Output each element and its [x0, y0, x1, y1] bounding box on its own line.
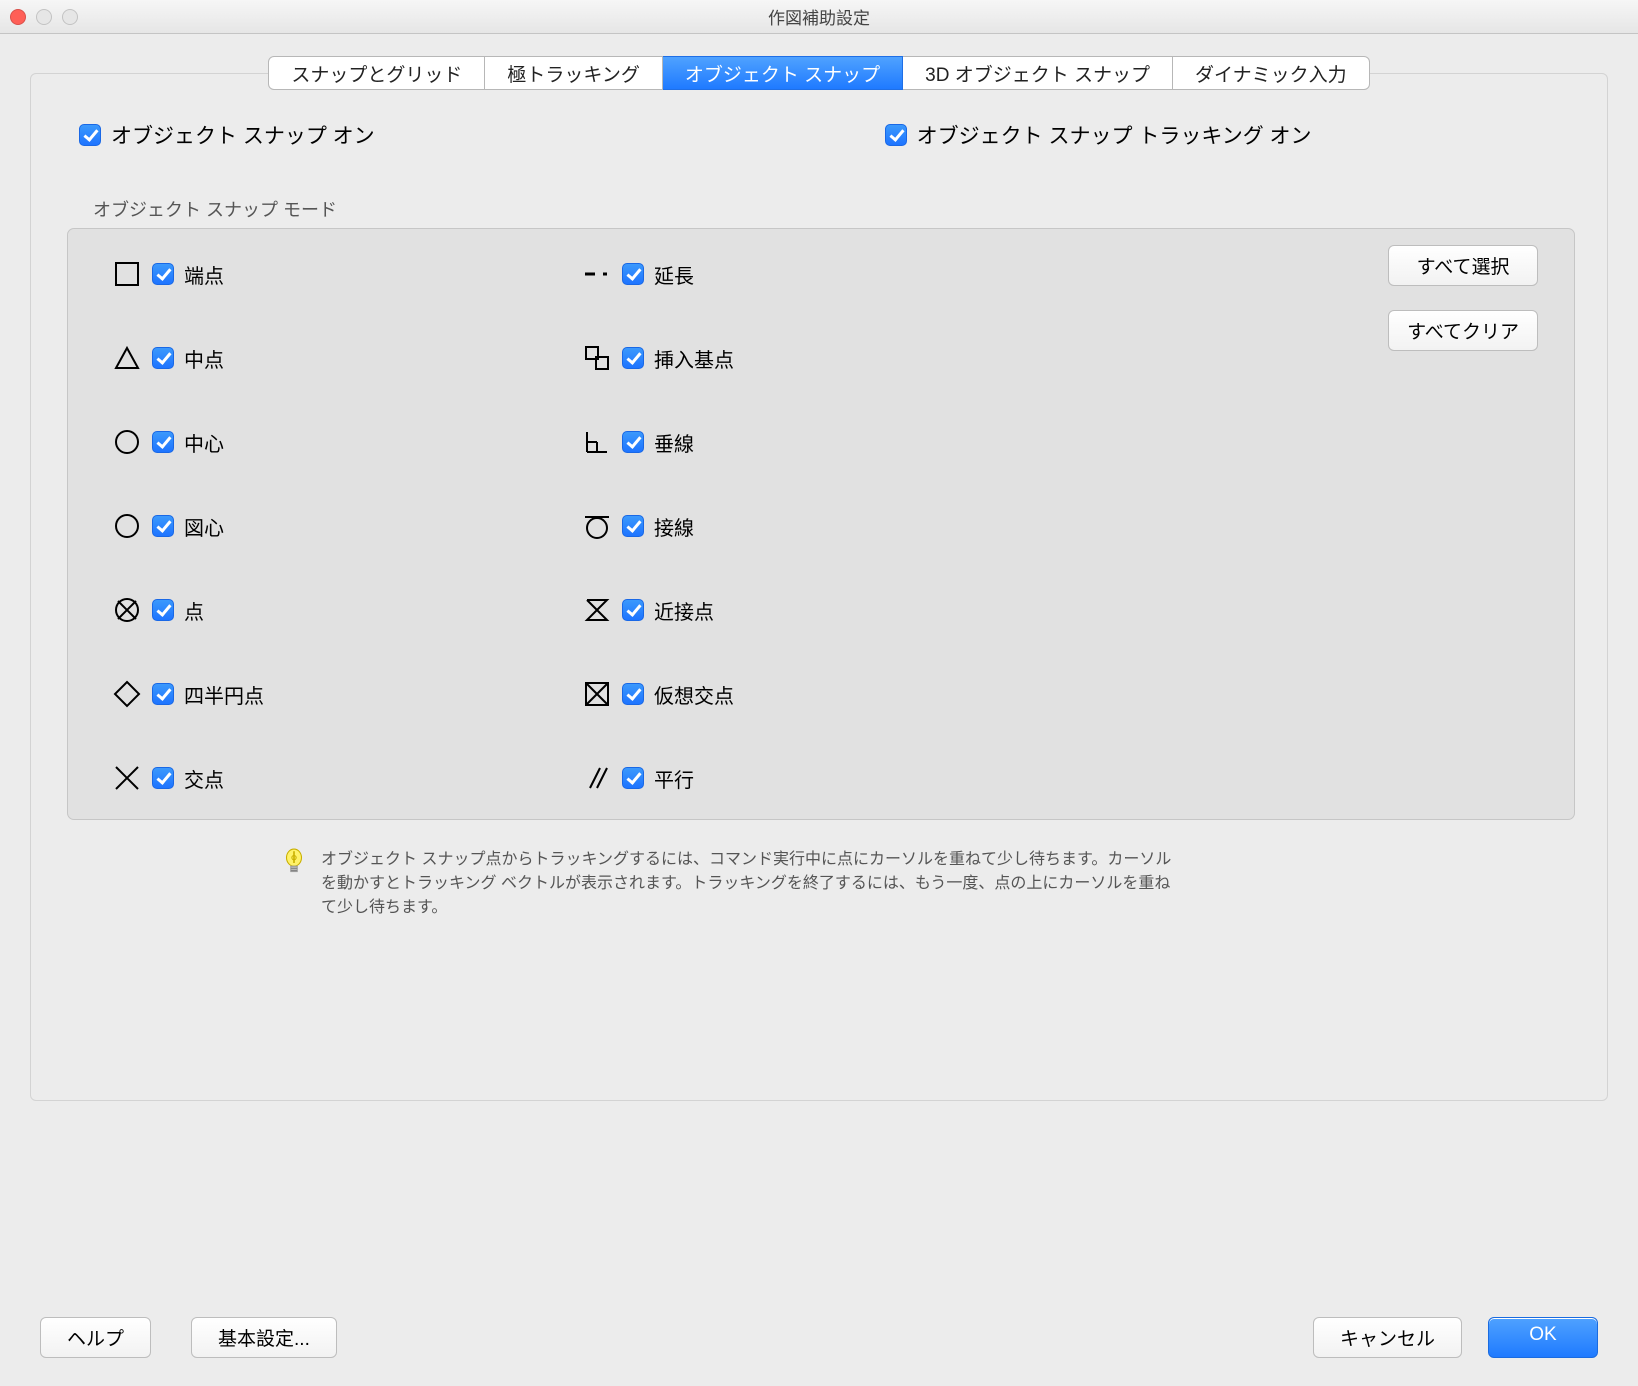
square-icon: [102, 259, 152, 289]
tab-3D オブジェクト スナップ[interactable]: 3D オブジェクト スナップ: [903, 56, 1173, 90]
snap-mode-端点[interactable]: 端点: [152, 260, 572, 289]
tab-オブジェクト スナップ[interactable]: オブジェクト スナップ: [663, 56, 903, 90]
snap-mode-input[interactable]: [622, 431, 644, 453]
snap-mode-input[interactable]: [622, 599, 644, 621]
top-options: オブジェクト スナップ オン オブジェクト スナップ トラッキング オン: [63, 120, 1575, 150]
tracking-on-input[interactable]: [885, 124, 907, 146]
titlebar: 作図補助設定: [0, 0, 1638, 34]
select-all-button[interactable]: すべて選択: [1388, 245, 1538, 286]
hint-text: オブジェクト スナップ点からトラッキングするには、コマンド実行中に点にカーソルを…: [321, 848, 1183, 920]
snap-mode-図心[interactable]: 図心: [152, 512, 572, 541]
snap-mode-label: 中点: [184, 344, 224, 373]
dialog-content: スナップとグリッド極トラッキングオブジェクト スナップ3D オブジェクト スナッ…: [0, 34, 1638, 1101]
snap-mode-label: 四半円点: [184, 680, 264, 709]
hourglass-icon: [572, 595, 622, 625]
cancel-button[interactable]: キャンセル: [1313, 1317, 1462, 1358]
snap-on-input[interactable]: [79, 124, 101, 146]
snap-mode-近接点[interactable]: 近接点: [622, 596, 982, 625]
tangent-icon: [572, 511, 622, 541]
circle-icon: [102, 511, 152, 541]
dashline-icon: [572, 259, 622, 289]
snap-mode-label: 接線: [654, 512, 694, 541]
snap-mode-仮想交点[interactable]: 仮想交点: [622, 680, 982, 709]
snap-mode-点[interactable]: 点: [152, 596, 572, 625]
lightbulb-icon: [283, 848, 305, 883]
tab-panel: オブジェクト スナップ オン オブジェクト スナップ トラッキング オン オブジ…: [30, 73, 1608, 1101]
snap-mode-垂線[interactable]: 垂線: [622, 428, 982, 457]
bottom-bar: ヘルプ 基本設定... キャンセル OK: [0, 1299, 1638, 1386]
tab-スナップとグリッド[interactable]: スナップとグリッド: [268, 56, 485, 90]
snap-mode-label: 垂線: [654, 428, 694, 457]
perp-icon: [572, 427, 622, 457]
snap-mode-input[interactable]: [152, 431, 174, 453]
snap-mode-input[interactable]: [622, 683, 644, 705]
zoom-icon[interactable]: [62, 9, 78, 25]
circle-icon: [102, 427, 152, 457]
snap-mode-接線[interactable]: 接線: [622, 512, 982, 541]
minimize-icon[interactable]: [36, 9, 52, 25]
snap-mode-延長[interactable]: 延長: [622, 260, 982, 289]
window-title: 作図補助設定: [768, 4, 870, 29]
snap-mode-input[interactable]: [152, 767, 174, 789]
snap-mode-label: 点: [184, 596, 204, 625]
snap-mode-panel: 端点 延長中点 挿入基点中心 垂線図心 接線点 近接点四半円点 仮想交点交点 平行 すべて選択…: [67, 228, 1575, 820]
diamond-icon: [102, 679, 152, 709]
circle-x-icon: [102, 595, 152, 625]
snap-mode-input[interactable]: [622, 767, 644, 789]
side-buttons: すべて選択 すべてクリア: [1388, 245, 1538, 351]
snap-mode-中点[interactable]: 中点: [152, 344, 572, 373]
snap-mode-label: 端点: [184, 260, 224, 289]
snap-mode-中心[interactable]: 中心: [152, 428, 572, 457]
snap-mode-label: 延長: [654, 260, 694, 289]
snap-mode-平行[interactable]: 平行: [622, 764, 982, 793]
snap-mode-grid: 端点 延長中点 挿入基点中心 垂線図心 接線点 近接点四半円点 仮想交点交点 平行: [102, 259, 1540, 793]
snap-mode-input[interactable]: [622, 263, 644, 285]
snap-mode-交点[interactable]: 交点: [152, 764, 572, 793]
square-x-icon: [572, 679, 622, 709]
tracking-on-checkbox[interactable]: オブジェクト スナップ トラッキング オン: [885, 120, 1312, 150]
mode-section-title: オブジェクト スナップ モード: [63, 196, 1575, 222]
snap-mode-input[interactable]: [152, 599, 174, 621]
snap-mode-label: 図心: [184, 512, 224, 541]
ok-button[interactable]: OK: [1488, 1317, 1598, 1358]
bottom-right: キャンセル OK: [1313, 1317, 1598, 1358]
snap-mode-label: 平行: [654, 764, 694, 793]
parallel-icon: [572, 763, 622, 793]
two-boxes-icon: [572, 343, 622, 373]
bottom-left: ヘルプ 基本設定...: [40, 1317, 337, 1358]
snap-mode-label: 近接点: [654, 596, 714, 625]
snap-mode-label: 仮想交点: [654, 680, 734, 709]
window-controls: [10, 9, 78, 25]
snap-on-label: オブジェクト スナップ オン: [111, 120, 375, 150]
tracking-on-label: オブジェクト スナップ トラッキング オン: [917, 120, 1312, 150]
basic-settings-button[interactable]: 基本設定...: [191, 1317, 337, 1358]
snap-mode-挿入基点[interactable]: 挿入基点: [622, 344, 982, 373]
dialog-window: 作図補助設定 スナップとグリッド極トラッキングオブジェクト スナップ3D オブジ…: [0, 0, 1638, 1386]
snap-mode-input[interactable]: [152, 683, 174, 705]
snap-on-checkbox[interactable]: オブジェクト スナップ オン: [79, 120, 375, 150]
snap-mode-input[interactable]: [152, 263, 174, 285]
clear-all-button[interactable]: すべてクリア: [1388, 310, 1538, 351]
snap-mode-input[interactable]: [622, 515, 644, 537]
x-icon: [102, 763, 152, 793]
hint-row: オブジェクト スナップ点からトラッキングするには、コマンド実行中に点にカーソルを…: [283, 848, 1183, 920]
snap-mode-input[interactable]: [152, 347, 174, 369]
close-icon[interactable]: [10, 9, 26, 25]
tab-ダイナミック入力[interactable]: ダイナミック入力: [1173, 56, 1370, 90]
help-button[interactable]: ヘルプ: [40, 1317, 151, 1358]
snap-mode-label: 交点: [184, 764, 224, 793]
tab-bar: スナップとグリッド極トラッキングオブジェクト スナップ3D オブジェクト スナッ…: [30, 56, 1608, 90]
snap-mode-label: 中心: [184, 428, 224, 457]
snap-mode-label: 挿入基点: [654, 344, 734, 373]
snap-mode-input[interactable]: [622, 347, 644, 369]
snap-mode-input[interactable]: [152, 515, 174, 537]
snap-mode-四半円点[interactable]: 四半円点: [152, 680, 572, 709]
tab-極トラッキング[interactable]: 極トラッキング: [485, 56, 662, 90]
triangle-icon: [102, 343, 152, 373]
